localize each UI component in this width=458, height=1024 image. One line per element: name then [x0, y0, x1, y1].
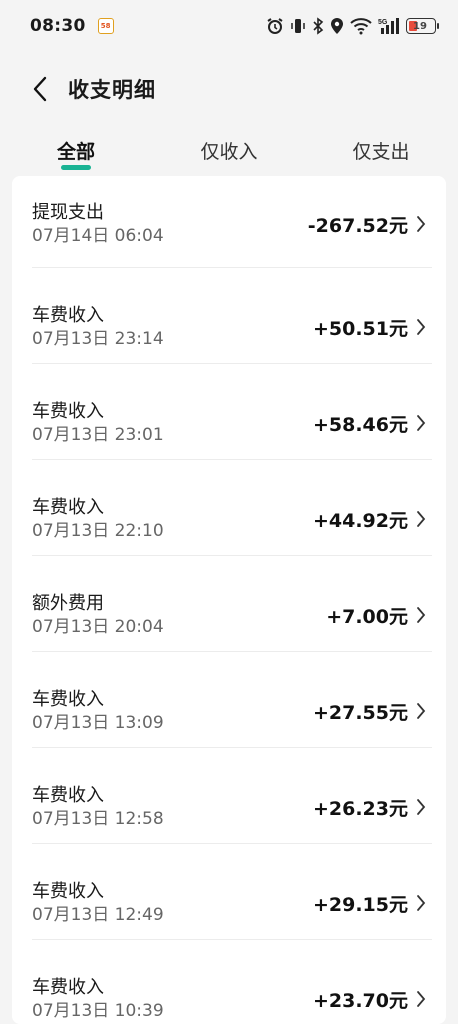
divider	[32, 459, 432, 460]
transaction-time: 07月13日 22:10	[32, 520, 164, 541]
transaction-name: 车费收入	[32, 688, 104, 710]
list-item[interactable]: 车费收入 07月13日 13:09 +27.55元	[12, 663, 446, 759]
cellular-signal-icon: 5G	[378, 17, 400, 35]
page-title: 收支明细	[68, 78, 156, 102]
divider	[32, 747, 432, 748]
transaction-time: 07月13日 12:58	[32, 808, 164, 829]
divider	[32, 363, 432, 364]
chevron-right-icon	[414, 214, 428, 234]
tab-active-indicator	[61, 165, 91, 170]
bluetooth-icon	[312, 17, 324, 35]
location-icon	[330, 17, 344, 35]
list-item[interactable]: 车费收入 07月13日 10:39 +23.70元	[12, 951, 446, 1024]
transaction-amount: -267.52元	[307, 214, 408, 237]
header: 收支明细	[0, 60, 458, 118]
divider	[32, 939, 432, 940]
app-notification-icon: 58	[97, 18, 114, 34]
chevron-right-icon	[414, 605, 428, 625]
transaction-time: 07月13日 12:49	[32, 904, 164, 925]
battery-icon: 19	[406, 18, 439, 34]
list-item[interactable]: 车费收入 07月13日 12:58 +26.23元	[12, 759, 446, 855]
transaction-time: 07月13日 10:39	[32, 1000, 164, 1021]
transaction-list: 提现支出 07月14日 06:04 -267.52元 车费收入 07月13日 2…	[12, 176, 446, 1024]
transaction-name: 车费收入	[32, 976, 104, 998]
transaction-name: 车费收入	[32, 304, 104, 326]
transaction-time: 07月13日 20:04	[32, 616, 164, 637]
transaction-name: 车费收入	[32, 784, 104, 806]
tab-expense-only[interactable]: 仅支出	[336, 128, 426, 172]
transaction-time: 07月14日 06:04	[32, 225, 164, 246]
transaction-name: 额外费用	[32, 592, 104, 614]
battery-level: 19	[413, 20, 427, 32]
divider	[32, 651, 432, 652]
transaction-name: 车费收入	[32, 400, 104, 422]
svg-text:5G: 5G	[378, 19, 388, 26]
status-icons: 5G 19	[266, 17, 439, 35]
wifi-icon	[350, 17, 372, 35]
chevron-right-icon	[414, 413, 428, 433]
back-button[interactable]	[16, 65, 64, 113]
transaction-name: 提现支出	[32, 201, 104, 223]
chevron-left-icon	[33, 76, 47, 102]
transaction-time: 07月13日 13:09	[32, 712, 164, 733]
list-item[interactable]: 提现支出 07月14日 06:04 -267.52元	[12, 176, 446, 272]
transaction-amount: +7.00元	[326, 605, 408, 628]
transaction-time: 07月13日 23:01	[32, 424, 164, 445]
tab-income-only[interactable]: 仅收入	[184, 128, 274, 172]
divider	[32, 267, 432, 268]
transaction-amount: +26.23元	[312, 797, 408, 820]
vibrate-icon	[290, 17, 306, 35]
chevron-right-icon	[414, 989, 428, 1009]
transaction-amount: +23.70元	[312, 989, 408, 1012]
transaction-amount: +27.55元	[312, 701, 408, 724]
tab-bar: 全部 仅收入 仅支出	[0, 128, 458, 176]
chevron-right-icon	[414, 317, 428, 337]
list-item[interactable]: 车费收入 07月13日 12:49 +29.15元	[12, 855, 446, 951]
list-item[interactable]: 车费收入 07月13日 23:14 +50.51元	[12, 279, 446, 375]
transaction-amount: +58.46元	[312, 413, 408, 436]
chevron-right-icon	[414, 509, 428, 529]
chevron-right-icon	[414, 701, 428, 721]
divider	[32, 555, 432, 556]
transaction-amount: +44.92元	[312, 509, 408, 532]
list-item[interactable]: 额外费用 07月13日 20:04 +7.00元	[12, 567, 446, 663]
status-time: 08:30	[30, 16, 86, 36]
chevron-right-icon	[414, 893, 428, 913]
divider	[32, 843, 432, 844]
transaction-amount: +50.51元	[312, 317, 408, 340]
chevron-right-icon	[414, 797, 428, 817]
transaction-amount: +29.15元	[312, 893, 408, 916]
list-item[interactable]: 车费收入 07月13日 22:10 +44.92元	[12, 471, 446, 567]
transaction-name: 车费收入	[32, 880, 104, 902]
list-item[interactable]: 车费收入 07月13日 23:01 +58.46元	[12, 375, 446, 471]
transaction-name: 车费收入	[32, 496, 104, 518]
transaction-time: 07月13日 23:14	[32, 328, 164, 349]
status-bar: 08:30 58 5G 19	[0, 0, 458, 52]
alarm-icon	[266, 17, 284, 35]
